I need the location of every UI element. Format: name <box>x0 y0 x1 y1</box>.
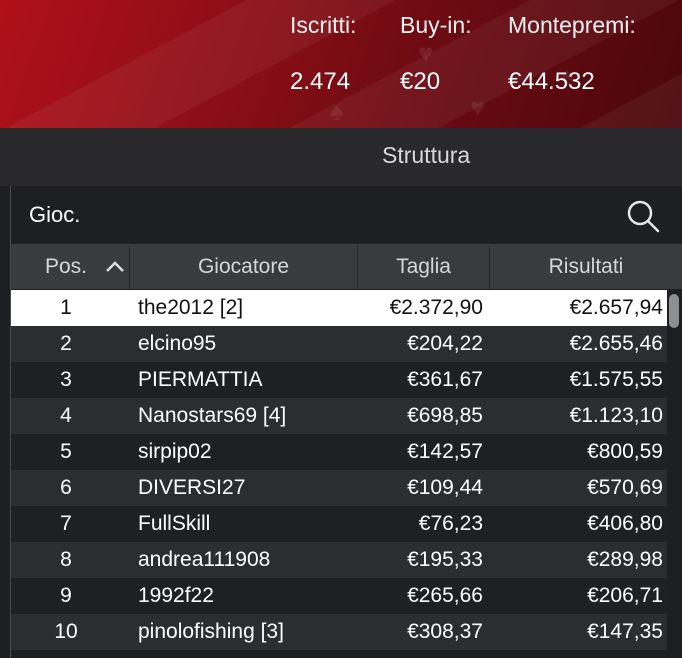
cell-risultati: €406,80 <box>587 512 663 535</box>
table-row[interactable]: 8 andrea111908 €195,33 €289,98 <box>11 542 667 578</box>
cell-pos: 3 <box>60 368 72 391</box>
cell-taglia: €109,44 <box>407 476 483 499</box>
table-row[interactable]: 1 the2012 [2] €2.372,90 €2.657,94 <box>11 290 667 326</box>
heart-suit-icon: ♥ <box>470 92 486 122</box>
cell-player: elcino95 <box>138 332 217 355</box>
table-header: Pos. Giocatore Taglia Risultati <box>11 245 682 289</box>
scrollbar-thumb[interactable] <box>669 294 679 328</box>
cell-pos: 7 <box>60 512 72 535</box>
cell-risultati: €206,71 <box>587 584 663 607</box>
tournament-header: ♥ ♠ ♥ ♠ Iscritti: 2.474 Buy-in: €20 Mont… <box>0 0 682 128</box>
cell-taglia: €361,67 <box>407 368 483 391</box>
cell-pos: 1 <box>60 296 72 319</box>
stat-value: €20 <box>400 68 441 95</box>
cell-player: PIERMATTIA <box>138 368 263 391</box>
table-row[interactable]: 9 1992f22 €265,66 €206,71 <box>11 578 667 614</box>
cell-risultati: €2.655,46 <box>569 332 663 355</box>
cell-taglia: €698,85 <box>407 404 483 427</box>
cell-risultati: €289,98 <box>587 548 663 571</box>
cell-taglia: €308,37 <box>407 620 483 643</box>
table-row[interactable]: 7 FullSkill €76,23 €406,80 <box>11 506 667 542</box>
stat-value: €44.532 <box>508 68 595 95</box>
table-row[interactable]: 5 sirpip02 €142,57 €800,59 <box>11 434 667 470</box>
column-header-taglia[interactable]: Taglia <box>358 245 489 289</box>
spade-suit-icon: ♠ <box>330 96 344 126</box>
table-row[interactable]: 4 Nanostars69 [4] €698,85 €1.123,10 <box>11 398 667 434</box>
cell-taglia: €76,23 <box>418 512 483 535</box>
cell-taglia: €2.372,90 <box>389 296 483 319</box>
cell-pos: 10 <box>54 620 78 643</box>
column-header-risultati[interactable]: Risultati <box>490 245 682 289</box>
table-row[interactable]: 3 PIERMATTIA €361,67 €1.575,55 <box>11 362 667 398</box>
heart-suit-icon: ♥ <box>418 38 434 68</box>
cell-player: pinolofishing [3] <box>138 620 284 643</box>
cell-risultati: €570,69 <box>587 476 663 499</box>
cell-risultati: €800,59 <box>587 440 663 463</box>
cell-risultati: €1.575,55 <box>569 368 663 391</box>
stat-label: Iscritti: <box>290 12 357 38</box>
tab-struttura[interactable]: Struttura <box>382 142 470 169</box>
stat-value: 2.474 <box>290 68 351 95</box>
cell-player: Nanostars69 [4] <box>138 404 287 427</box>
table-row[interactable]: 2 elcino95 €204,22 €2.655,46 <box>11 326 667 362</box>
cell-pos: 5 <box>60 440 72 463</box>
search-label: Gioc. <box>29 202 81 227</box>
cell-player: the2012 [2] <box>138 296 244 319</box>
chevron-up-icon[interactable] <box>105 260 125 274</box>
column-header-giocatore[interactable]: Giocatore <box>130 245 357 289</box>
cell-risultati: €147,35 <box>587 620 663 643</box>
player-search-bar[interactable]: Gioc. <box>11 186 682 245</box>
cell-player: 1992f22 <box>138 584 214 607</box>
cell-taglia: €142,57 <box>407 440 483 463</box>
stat-label: Montepremi: <box>508 12 636 38</box>
table-scrollbar[interactable] <box>667 290 682 658</box>
cell-pos: 8 <box>60 548 72 571</box>
cell-pos: 4 <box>60 404 72 427</box>
cell-player: FullSkill <box>138 512 211 535</box>
cell-pos: 6 <box>60 476 72 499</box>
cell-player: sirpip02 <box>138 440 212 463</box>
table-row[interactable]: 10 pinolofishing [3] €308,37 €147,35 <box>11 614 667 650</box>
cell-risultati: €1.123,10 <box>569 404 663 427</box>
cell-pos: 2 <box>60 332 72 355</box>
tab-bar: Struttura <box>0 128 682 186</box>
cell-player: andrea111908 <box>138 548 271 571</box>
table-row[interactable]: 6 DIVERSI27 €109,44 €570,69 <box>11 470 667 506</box>
cell-taglia: €195,33 <box>407 548 483 571</box>
cell-risultati: €2.657,94 <box>569 296 663 319</box>
cell-player: DIVERSI27 <box>138 476 246 499</box>
search-icon[interactable] <box>625 198 661 234</box>
cell-taglia: €204,22 <box>407 332 483 355</box>
stat-label: Buy-in: <box>400 12 472 38</box>
cell-pos: 9 <box>60 584 72 607</box>
cell-taglia: €265,66 <box>407 584 483 607</box>
players-panel: Gioc. Pos. Giocatore Taglia Risultati 1 … <box>0 186 682 658</box>
